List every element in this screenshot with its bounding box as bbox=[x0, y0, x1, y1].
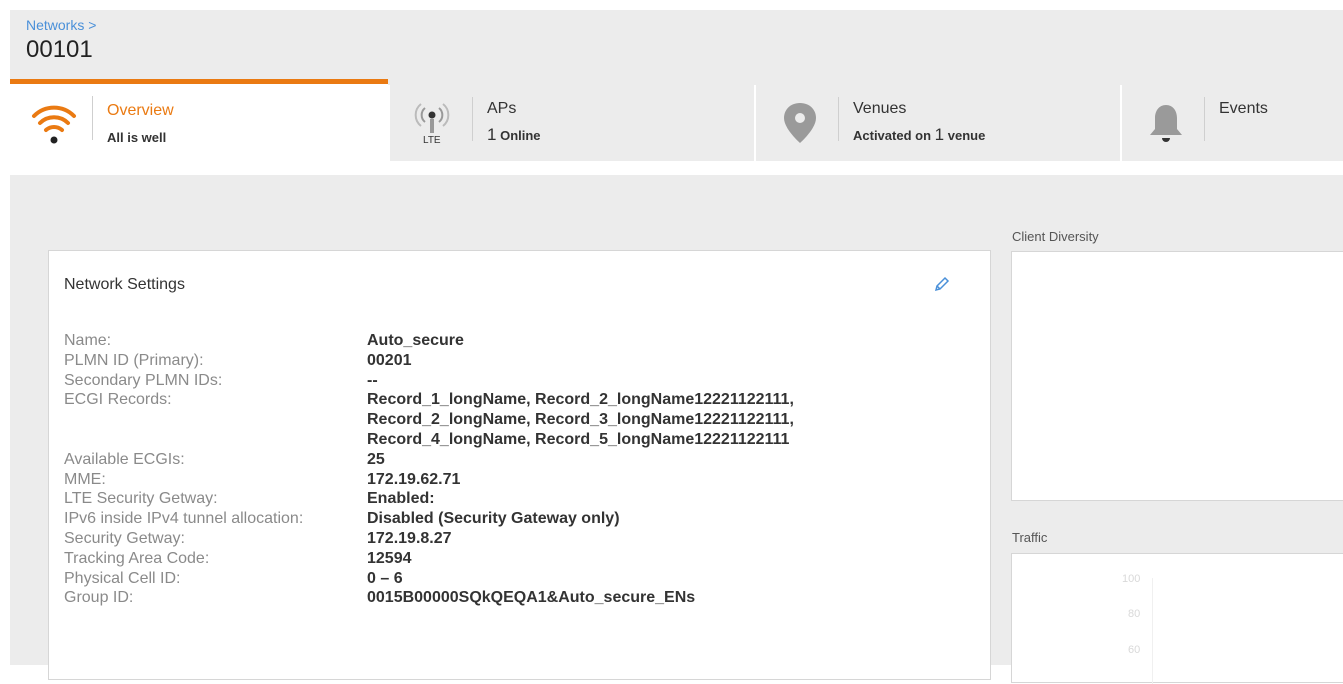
settings-key: Name: bbox=[64, 332, 112, 349]
settings-key: ECGI Records: bbox=[64, 391, 172, 409]
network-settings-title: Network Settings bbox=[64, 276, 185, 293]
settings-value: Disabled (Security Gateway only) bbox=[367, 510, 620, 528]
tab-aps-status: 1 Online bbox=[487, 125, 541, 145]
aps-online-count: 1 bbox=[487, 125, 497, 144]
traffic-y-tick: 60 bbox=[1128, 644, 1141, 656]
settings-value: Auto_secure bbox=[367, 332, 464, 349]
aps-online-label: Online bbox=[500, 128, 541, 143]
tab-bar: Overview All is well LTE APs 1 Online Ve… bbox=[10, 79, 1343, 175]
settings-value: Record_1_longName, Record_2_longName1222… bbox=[367, 391, 794, 409]
tab-separator bbox=[1204, 97, 1205, 141]
traffic-title: Traffic bbox=[1012, 530, 1048, 545]
tab-overview[interactable]: Overview All is well bbox=[10, 79, 388, 169]
venues-activated-label: Activated on bbox=[853, 128, 932, 143]
settings-value: 00201 bbox=[367, 351, 412, 369]
edit-pencil-icon[interactable] bbox=[933, 275, 951, 293]
venues-unit-label: venue bbox=[947, 128, 986, 143]
settings-value: 12594 bbox=[367, 549, 412, 567]
tab-events-label: Events bbox=[1219, 100, 1268, 117]
settings-key: IPv6 inside IPv4 tunnel allocation: bbox=[64, 510, 304, 528]
settings-value: 0 – 6 bbox=[367, 569, 403, 587]
settings-value: 172.19.62.71 bbox=[367, 470, 461, 488]
settings-value: Record_4_longName, Record_5_longName1222… bbox=[367, 431, 790, 448]
tab-events[interactable]: Events bbox=[1122, 85, 1343, 161]
page-header: Networks > 00101 bbox=[10, 10, 1343, 85]
tab-overview-status: All is well bbox=[107, 130, 167, 145]
tab-aps[interactable]: LTE APs 1 Online bbox=[390, 85, 754, 161]
breadcrumb-networks[interactable]: Networks > bbox=[26, 17, 96, 33]
left-strip bbox=[0, 0, 10, 665]
settings-key: PLMN ID (Primary): bbox=[64, 351, 204, 369]
tab-aps-label: APs bbox=[487, 100, 517, 117]
page-title: 00101 bbox=[26, 36, 93, 63]
settings-key: Group ID: bbox=[64, 589, 134, 607]
traffic-y-tick: 100 bbox=[1122, 573, 1141, 585]
tab-separator bbox=[472, 97, 473, 141]
settings-value: 0015B00000SQkQEQA1&Auto_secure_ENs bbox=[367, 589, 696, 607]
bell-icon bbox=[1150, 105, 1182, 142]
lte-icon-label: LTE bbox=[423, 135, 441, 146]
tab-overview-label: Overview bbox=[107, 102, 174, 119]
tab-separator bbox=[838, 97, 839, 141]
settings-value: Enabled: bbox=[367, 490, 435, 508]
client-diversity-title: Client Diversity bbox=[1012, 229, 1099, 244]
settings-key: LTE Security Getway: bbox=[64, 490, 218, 508]
tab-venues-label: Venues bbox=[853, 100, 907, 117]
tab-separator bbox=[92, 96, 93, 140]
settings-key: Tracking Area Code: bbox=[64, 549, 210, 567]
traffic-y-tick: 80 bbox=[1128, 608, 1141, 620]
settings-key: Security Getway: bbox=[64, 530, 185, 547]
tab-venues-status: Activated on 1 venue bbox=[853, 125, 985, 145]
settings-key: Available ECGIs: bbox=[64, 450, 185, 468]
traffic-axis-line bbox=[1152, 578, 1153, 684]
settings-value: -- bbox=[367, 371, 378, 389]
tab-venues[interactable]: Venues Activated on 1 venue bbox=[756, 85, 1120, 161]
settings-key: Physical Cell ID: bbox=[64, 569, 181, 587]
client-diversity-panel bbox=[1011, 251, 1343, 501]
location-pin-icon bbox=[784, 103, 816, 143]
settings-value: 172.19.8.27 bbox=[367, 530, 452, 547]
settings-value: Record_2_longName, Record_3_longName1222… bbox=[367, 411, 794, 429]
settings-key: Secondary PLMN IDs: bbox=[64, 371, 223, 389]
traffic-panel: 100 80 60 bbox=[1011, 553, 1343, 684]
wifi-icon bbox=[32, 105, 76, 144]
network-settings-card: Network Settings Name: Auto_secure PLMN ID… bbox=[48, 250, 991, 680]
venues-count: 1 bbox=[934, 125, 945, 144]
settings-value: 25 bbox=[367, 450, 385, 468]
settings-key: MME: bbox=[64, 470, 106, 488]
